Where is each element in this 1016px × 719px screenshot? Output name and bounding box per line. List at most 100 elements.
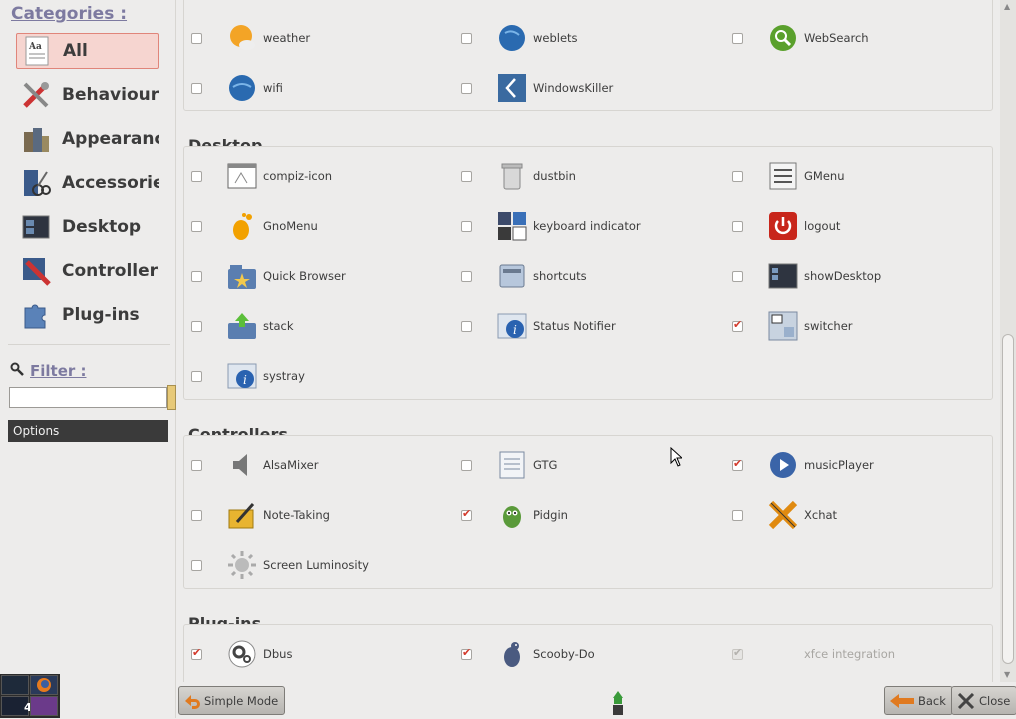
weather-icon	[226, 22, 258, 54]
section-controllers: AlsaMixer GTG musicPlayer Note-Taking Pi…	[183, 435, 993, 589]
applet-label: Status Notifier	[533, 319, 616, 333]
applet-row: showDesktop	[732, 256, 881, 296]
applet-checkbox[interactable]	[191, 32, 202, 44]
applet-checkbox[interactable]	[732, 509, 743, 521]
applet-checkbox[interactable]	[191, 646, 202, 660]
pidgin-icon	[496, 499, 528, 531]
close-button[interactable]: Close	[951, 686, 1016, 715]
applet-checkbox[interactable]	[732, 220, 743, 232]
category-label: Desktop	[62, 217, 142, 237]
applet-row: Scooby-Do	[461, 634, 595, 674]
applet-row: shortcuts	[461, 256, 587, 296]
scrollbar-thumb[interactable]	[1002, 334, 1014, 664]
applet-checkbox[interactable]	[461, 170, 472, 182]
applet-checkbox[interactable]	[461, 220, 472, 232]
applet-checkbox[interactable]	[191, 82, 202, 94]
gmenu-icon	[767, 160, 799, 192]
category-label: Accessories	[62, 173, 159, 193]
applet-checkbox[interactable]	[732, 32, 743, 44]
applet-label: WebSearch	[804, 31, 869, 45]
applet-checkbox[interactable]	[461, 507, 472, 521]
applet-label: keyboard indicator	[533, 219, 641, 233]
applet-row: logout	[732, 206, 840, 246]
stack-icon	[226, 310, 258, 342]
category-behaviour[interactable]: Behaviour	[16, 77, 159, 113]
applet-checkbox[interactable]	[732, 318, 743, 332]
back-label: Back	[918, 693, 946, 708]
filter-label: Filter :	[30, 362, 87, 380]
xchat-icon	[767, 499, 799, 531]
category-appearance[interactable]: Appearance	[16, 121, 159, 157]
category-desktop[interactable]: Desktop	[16, 209, 159, 245]
applet-label: WindowsKiller	[533, 81, 614, 95]
applet-checkbox[interactable]	[732, 457, 743, 471]
scooby-do-icon	[496, 638, 528, 670]
applet-row: i systray	[191, 356, 305, 396]
category-label: Plug-ins	[62, 305, 140, 325]
back-button[interactable]: Back	[884, 686, 953, 715]
applet-row: GnoMenu	[191, 206, 318, 246]
applet-checkbox[interactable]	[191, 559, 202, 571]
applet-label: Scooby-Do	[533, 647, 595, 661]
firefox-icon[interactable]	[30, 675, 58, 695]
category-all[interactable]: Aa All	[16, 33, 159, 69]
applet-checkbox[interactable]	[461, 32, 472, 44]
applet-checkbox[interactable]	[732, 270, 743, 282]
applet-label: stack	[263, 319, 294, 333]
category-plugins[interactable]: Plug-ins	[16, 297, 159, 333]
note-pencil-icon	[226, 499, 258, 531]
applet-checkbox[interactable]	[191, 459, 202, 471]
applet-checkbox[interactable]	[191, 220, 202, 232]
applet-row: Note-Taking	[191, 495, 330, 535]
simple-mode-button[interactable]: Simple Mode	[178, 686, 286, 715]
workspace-4[interactable]	[30, 696, 58, 716]
applet-label: Note-Taking	[263, 508, 330, 522]
vertical-scrollbar[interactable]: ▲ ▼	[1000, 0, 1016, 682]
applet-row: Pidgin	[461, 495, 568, 535]
applet-checkbox[interactable]	[461, 646, 472, 660]
filter-clear-button[interactable]	[167, 385, 176, 410]
filter-title: Filter :	[10, 362, 87, 380]
brightness-icon	[226, 549, 258, 581]
desktop-icon	[20, 211, 52, 243]
applets-list: weather weblets WebSearch wifi WindowsKi…	[177, 0, 1000, 682]
scroll-up-icon[interactable]: ▲	[1004, 2, 1010, 11]
applet-checkbox[interactable]	[191, 320, 202, 332]
puzzle-icon	[20, 299, 52, 331]
svg-text:i: i	[243, 373, 247, 387]
applet-checkbox[interactable]	[191, 270, 202, 282]
applet-row: i Status Notifier	[461, 306, 616, 346]
section-desktop: compiz-icon dustbin GMenu GnoMenu keyboa…	[183, 146, 993, 400]
play-icon	[767, 449, 799, 481]
applet-checkbox[interactable]	[461, 82, 472, 94]
category-label: Appearance	[62, 129, 159, 149]
applet-label: GTG	[533, 458, 558, 472]
applet-row: WebSearch	[732, 18, 869, 58]
applet-label: shortcuts	[533, 269, 587, 283]
applet-checkbox[interactable]	[461, 270, 472, 282]
workspace-3[interactable]: 4	[1, 696, 32, 716]
category-accessories[interactable]: Accessories	[16, 165, 159, 201]
applet-checkbox[interactable]	[191, 370, 202, 382]
category-controllers[interactable]: Controllers	[16, 253, 159, 289]
svg-text:Aa: Aa	[28, 42, 42, 52]
scroll-down-icon[interactable]: ▼	[1004, 670, 1010, 679]
applet-row: xfce integration	[732, 634, 895, 674]
applet-row: dustbin	[461, 156, 576, 196]
applet-checkbox[interactable]	[461, 459, 472, 471]
applet-checkbox[interactable]	[732, 170, 743, 182]
options-expander[interactable]: Options	[8, 420, 168, 442]
applet-checkbox[interactable]	[191, 170, 202, 182]
applet-label: wifi	[263, 81, 283, 95]
task-list-icon	[496, 449, 528, 481]
tools-icon	[20, 79, 52, 111]
applet-checkbox[interactable]	[461, 320, 472, 332]
undo-arrow-icon	[185, 694, 200, 709]
workspace-1[interactable]	[1, 675, 29, 695]
filter-input[interactable]	[9, 387, 167, 408]
applet-checkbox[interactable]	[732, 646, 743, 660]
applet-checkbox[interactable]	[191, 509, 202, 521]
gnome-foot-icon	[226, 210, 258, 242]
shortcuts-icon	[496, 260, 528, 292]
status-icon	[611, 690, 625, 716]
